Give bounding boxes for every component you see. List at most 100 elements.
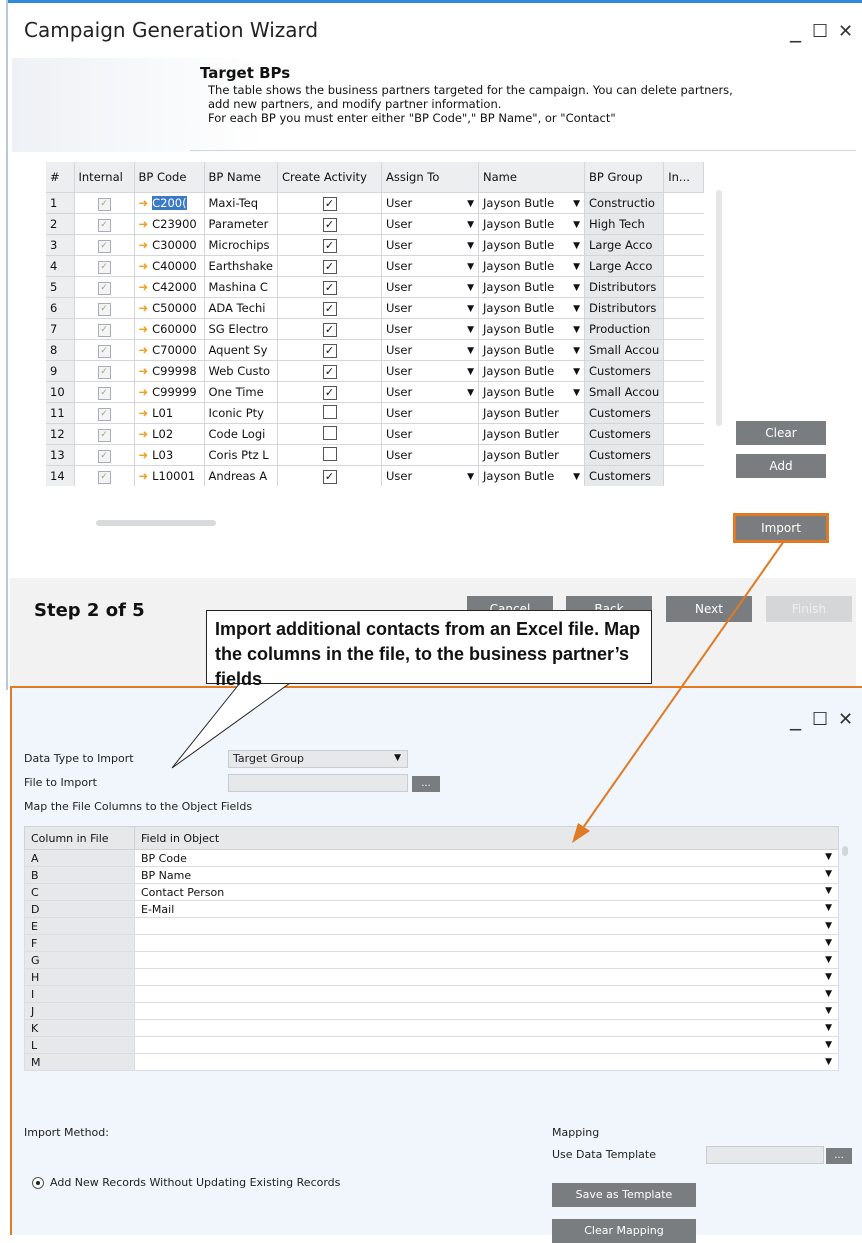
chevron-down-icon[interactable]: ▼ [573, 472, 580, 482]
minimize-icon[interactable]: _ [790, 20, 801, 42]
col-header-bp-name[interactable]: BP Name [204, 162, 278, 193]
col-header-bp-group[interactable]: BP Group [584, 162, 665, 193]
bp-code-cell[interactable]: ➜ C30000 [134, 234, 205, 256]
bp-code-cell[interactable]: ➜ C23900 [134, 213, 205, 235]
bp-name-cell[interactable]: SG Electro [204, 318, 278, 340]
name-cell[interactable]: Jayson Butle ▼ [478, 213, 585, 235]
mapping-row[interactable]: B BP Name ▼ [24, 866, 839, 884]
bp-code-cell[interactable]: ➜ L10001 [134, 465, 205, 486]
chevron-down-icon[interactable]: ▼ [825, 886, 832, 896]
chevron-down-icon[interactable]: ▼ [825, 1040, 832, 1050]
browse-button[interactable]: ... [412, 776, 440, 792]
create-activity-checkbox[interactable] [322, 404, 337, 419]
mapping-row[interactable]: I ▼ [24, 985, 839, 1003]
field-select[interactable]: ▼ [134, 1019, 839, 1037]
field-select[interactable]: Contact Person ▼ [134, 883, 839, 901]
mapping-row[interactable]: M ▼ [24, 1053, 839, 1071]
table-row[interactable]: 1 ✓ ➜ C200(Maxi-Teq ✓ User ▼ Jayson Butle ▼ Const… [46, 192, 704, 214]
mapping-row[interactable]: C Contact Person ▼ [24, 883, 839, 901]
col-header-assign-to[interactable]: Assign To [381, 162, 479, 193]
bp-name-cell[interactable]: One Time [204, 381, 278, 403]
assign-to-cell[interactable]: User ▼ [381, 318, 479, 340]
chevron-down-icon[interactable]: ▼ [573, 262, 580, 272]
link-arrow-icon[interactable]: ➜ [139, 301, 149, 315]
minimize-icon[interactable]: _ [790, 708, 801, 730]
mapping-row[interactable]: L ▼ [24, 1036, 839, 1054]
link-arrow-icon[interactable]: ➜ [139, 385, 149, 399]
chevron-down-icon[interactable]: ▼ [825, 972, 832, 982]
name-cell[interactable]: Jayson Butle ▼ [478, 192, 585, 214]
bp-name-cell[interactable]: Coris Ptz L [204, 444, 278, 466]
table-row[interactable]: 8 ✓ ➜ C70000 Aquent Sy ✓ User ▼ Jayson Butle ▼ Sma… [46, 339, 704, 361]
create-activity-checkbox[interactable] [322, 425, 337, 440]
create-activity-checkbox[interactable]: ✓ [322, 280, 337, 295]
bp-code-cell[interactable]: ➜ C99999 [134, 381, 205, 403]
data-type-select[interactable]: Target Group ▼ [228, 750, 408, 768]
field-select[interactable]: ▼ [134, 951, 839, 969]
clear-mapping-button[interactable]: Clear Mapping [552, 1219, 696, 1243]
chevron-down-icon[interactable]: ▼ [825, 921, 832, 931]
table-row[interactable]: 4 ✓ ➜ C40000 Earthshake ✓ User ▼ Jayson Butle ▼ La… [46, 255, 704, 277]
file-to-import-input[interactable] [228, 774, 408, 792]
mapping-row[interactable]: J ▼ [24, 1002, 839, 1020]
bp-name-cell[interactable]: ADA Techi [204, 297, 278, 319]
mapping-row[interactable]: G ▼ [24, 951, 839, 969]
chevron-down-icon[interactable]: ▼ [825, 1023, 832, 1033]
bp-code-cell[interactable]: ➜ C40000 [134, 255, 205, 277]
mapping-scrollbar[interactable] [842, 846, 848, 856]
data-template-input[interactable] [706, 1146, 824, 1164]
mapping-row[interactable]: F ▼ [24, 934, 839, 952]
template-browse-button[interactable]: ... [826, 1148, 852, 1164]
field-select[interactable]: ▼ [134, 1053, 839, 1071]
name-cell[interactable]: Jayson Butler [478, 423, 585, 445]
mapping-row[interactable]: A BP Code ▼ [24, 849, 839, 867]
assign-to-cell[interactable]: User ▼ [381, 381, 479, 403]
mapping-row[interactable]: H ▼ [24, 968, 839, 986]
chevron-down-icon[interactable]: ▼ [467, 304, 474, 314]
mapping-row[interactable]: E ▼ [24, 917, 839, 935]
create-activity-checkbox[interactable]: ✓ [322, 238, 337, 253]
save-as-template-button[interactable]: Save as Template [552, 1183, 696, 1207]
chevron-down-icon[interactable]: ▼ [825, 869, 832, 879]
chevron-down-icon[interactable]: ▼ [825, 1057, 832, 1067]
field-select[interactable]: ▼ [134, 917, 839, 935]
bp-code-cell[interactable]: ➜ C60000 [134, 318, 205, 340]
mapping-row[interactable]: K ▼ [24, 1019, 839, 1037]
name-cell[interactable]: Jayson Butler [478, 444, 585, 466]
close-icon[interactable]: ✕ [838, 709, 853, 731]
table-row[interactable]: 7 ✓ ➜ C60000 SG Electro ✓ User ▼ Jayson Butle ▼ Pr… [46, 318, 704, 340]
table-row[interactable]: 11 ✓ ➜ L01 Iconic Pty User Jayson Butler Custom… [46, 402, 704, 424]
chevron-down-icon[interactable]: ▼ [467, 346, 474, 356]
field-select[interactable]: BP Name ▼ [134, 866, 839, 884]
table-row[interactable]: 6 ✓ ➜ C50000 ADA Techi ✓ User ▼ Jayson Butle ▼ Dis… [46, 297, 704, 319]
col-header-more[interactable]: In... [663, 162, 705, 193]
link-arrow-icon[interactable]: ➜ [139, 343, 149, 357]
assign-to-cell[interactable]: User ▼ [381, 276, 479, 298]
radio-add-new-records[interactable] [32, 1177, 44, 1189]
bp-name-cell[interactable]: Maxi-Teq [204, 192, 278, 214]
create-activity-checkbox[interactable]: ✓ [322, 343, 337, 358]
chevron-down-icon[interactable]: ▼ [573, 388, 580, 398]
bp-code-cell[interactable]: ➜ C99998 [134, 360, 205, 382]
create-activity-checkbox[interactable] [322, 446, 337, 461]
col-header-create-activity[interactable]: Create Activity [277, 162, 382, 193]
chevron-down-icon[interactable]: ▼ [825, 938, 832, 948]
chevron-down-icon[interactable]: ▼ [467, 283, 474, 293]
table-vertical-scrollbar[interactable] [716, 190, 722, 426]
create-activity-checkbox[interactable]: ✓ [322, 469, 337, 484]
bp-code-cell[interactable]: ➜ L01 [134, 402, 205, 424]
col-header-number[interactable]: # [46, 162, 75, 193]
table-row[interactable]: 5 ✓ ➜ C42000 Mashina C ✓ User ▼ Jayson Butle ▼ Dis… [46, 276, 704, 298]
chevron-down-icon[interactable]: ▼ [467, 241, 474, 251]
create-activity-checkbox[interactable]: ✓ [322, 217, 337, 232]
chevron-down-icon[interactable]: ▼ [573, 283, 580, 293]
name-cell[interactable]: Jayson Butle ▼ [478, 234, 585, 256]
field-select[interactable]: ▼ [134, 1002, 839, 1020]
table-row[interactable]: 3 ✓ ➜ C30000 Microchips ✓ User ▼ Jayson Butle ▼ La… [46, 234, 704, 256]
bp-code-cell[interactable]: ➜ C50000 [134, 297, 205, 319]
bp-name-cell[interactable]: Andreas A [204, 465, 278, 486]
create-activity-checkbox[interactable]: ✓ [322, 259, 337, 274]
field-select[interactable]: ▼ [134, 1036, 839, 1054]
table-row[interactable]: 10 ✓ ➜ C99999 One Time ✓ User ▼ Jayson Butle ▼ Sma… [46, 381, 704, 403]
create-activity-checkbox[interactable]: ✓ [322, 364, 337, 379]
